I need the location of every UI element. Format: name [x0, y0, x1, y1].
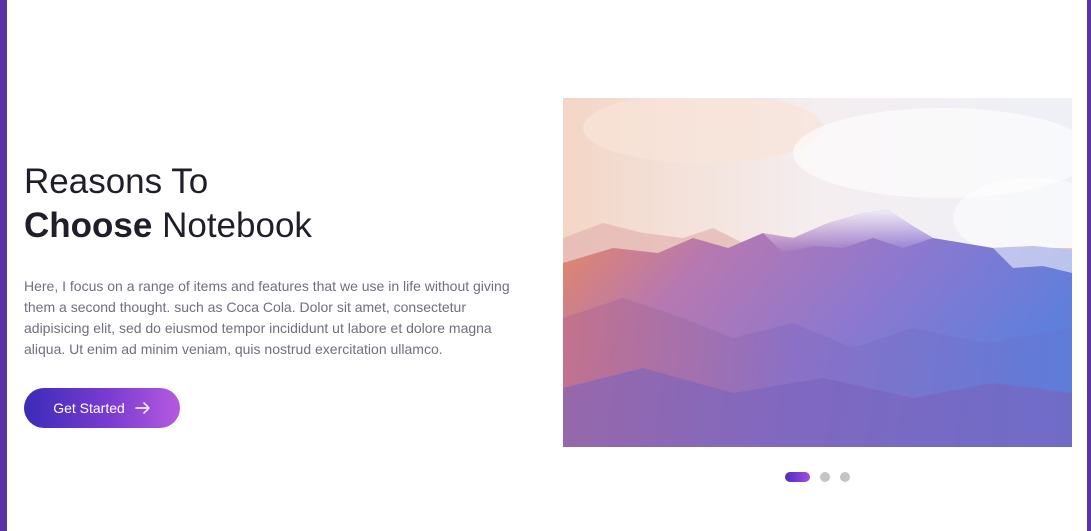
slider-dot[interactable] [820, 472, 830, 482]
get-started-label: Get Started [53, 400, 125, 416]
page-frame: Reasons To Choose Notebook Here, I focus… [0, 0, 1091, 531]
mountain-landscape-image [563, 98, 1072, 447]
arrow-right-icon [135, 402, 150, 414]
hero-image [563, 98, 1072, 447]
slider-dot[interactable] [840, 472, 850, 482]
page-title: Reasons To Choose Notebook [24, 160, 524, 248]
title-line-1: Reasons To [24, 162, 209, 201]
get-started-button[interactable]: Get Started [24, 388, 180, 428]
slider-dot-active[interactable] [785, 472, 810, 482]
title-strong-word: Choose [24, 206, 153, 245]
hero-content: Reasons To Choose Notebook Here, I focus… [24, 160, 524, 428]
slider-pagination [785, 472, 850, 482]
hero-description: Here, I focus on a range of items and fe… [24, 278, 510, 357]
title-rest: Notebook [162, 206, 312, 245]
